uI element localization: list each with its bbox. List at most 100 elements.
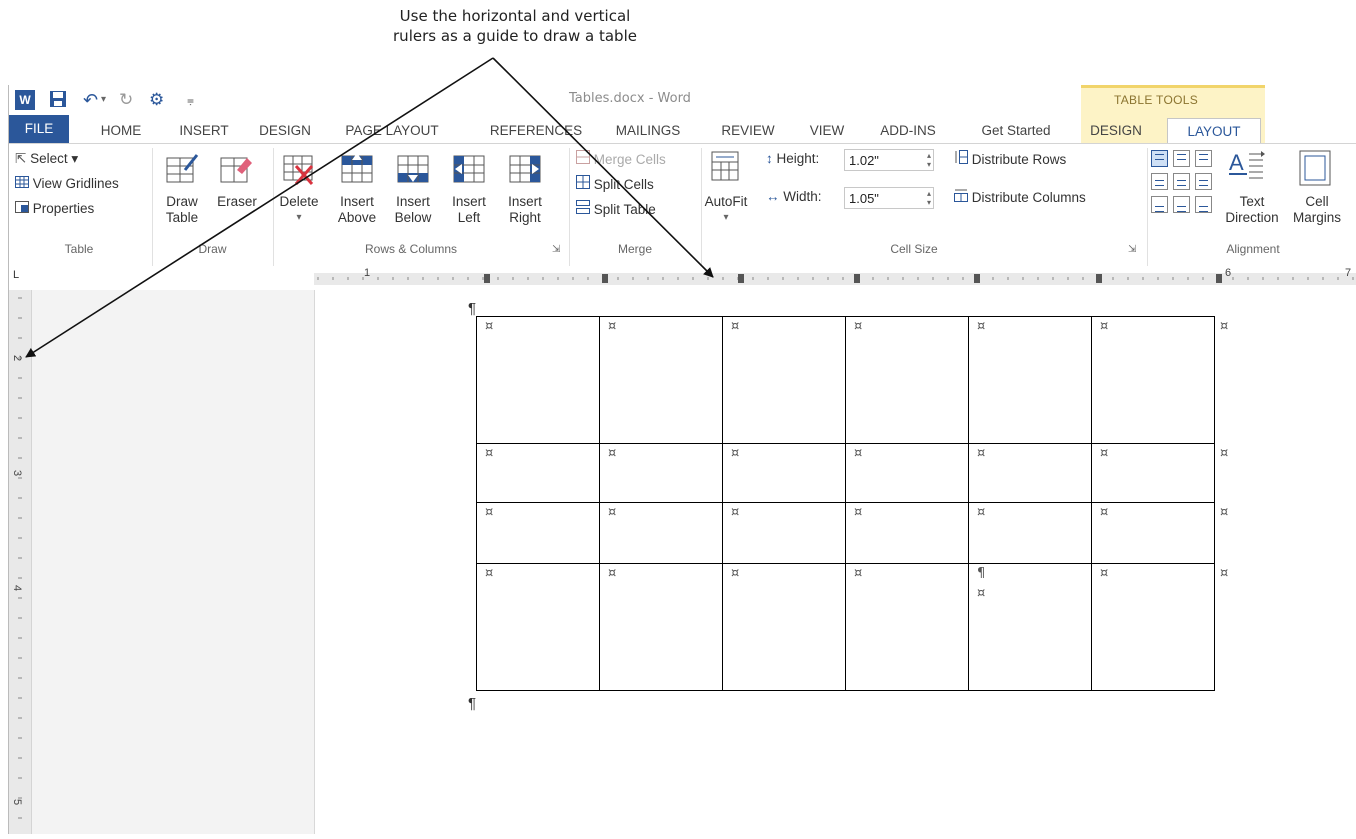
height-spinner[interactable]: 1.02" ▴ ▾ bbox=[844, 149, 934, 171]
align-cell-button[interactable] bbox=[1195, 150, 1212, 167]
insert-above-button[interactable]: Insert Above bbox=[336, 194, 378, 226]
cell-margins-button[interactable]: Cell Margins bbox=[1289, 194, 1345, 226]
align-cell-button[interactable] bbox=[1151, 173, 1168, 190]
table-cell[interactable]: ¤ bbox=[722, 443, 846, 503]
save-icon[interactable] bbox=[49, 90, 67, 110]
end-of-cell-mark: ¤ bbox=[485, 446, 494, 461]
properties-button[interactable]: Properties bbox=[15, 200, 94, 218]
align-cell-button[interactable] bbox=[1195, 196, 1212, 213]
tab-design[interactable]: DESIGN bbox=[253, 118, 317, 143]
tab-selector-icon[interactable]: L bbox=[13, 270, 23, 281]
delete-table-icon bbox=[282, 152, 316, 186]
table-cell[interactable]: ¤ bbox=[968, 443, 1092, 503]
table-cell[interactable]: ¤ bbox=[722, 316, 846, 444]
align-lines-icon bbox=[1177, 154, 1186, 160]
align-cell-button[interactable] bbox=[1173, 173, 1190, 190]
tab-add-ins[interactable]: ADD-INS bbox=[871, 118, 945, 143]
customize-qat-icon[interactable]: ⩦ bbox=[187, 90, 194, 110]
align-cell-button[interactable] bbox=[1151, 196, 1168, 213]
ribbon-tabs: FILE HOME INSERT DESIGN PAGE LAYOUT REFE… bbox=[9, 115, 1356, 144]
insert-right-button[interactable]: Insert Right bbox=[504, 194, 546, 226]
tab-view[interactable]: VIEW bbox=[805, 118, 849, 143]
vertical-ruler[interactable]: 2 3 4 5 bbox=[9, 290, 32, 834]
split-cells-button[interactable]: Split Cells bbox=[576, 175, 654, 194]
horizontal-ruler[interactable]: L 1 6 7 bbox=[9, 266, 1356, 290]
align-cell-button[interactable] bbox=[1195, 173, 1212, 190]
undo-icon[interactable]: ↶ bbox=[83, 90, 98, 110]
width-spinner[interactable]: 1.05" ▴ ▾ bbox=[844, 187, 934, 209]
rows-columns-dialog-launcher-icon[interactable]: ⇲ bbox=[552, 244, 560, 255]
table-cell[interactable]: ¤ bbox=[968, 502, 1092, 564]
table-cell[interactable]: ¤ bbox=[722, 563, 846, 691]
width-label: ↔ Width: bbox=[766, 189, 822, 204]
height-spin-arrows-icon[interactable]: ▴ ▾ bbox=[927, 151, 931, 169]
view-gridlines-button[interactable]: View Gridlines bbox=[15, 175, 119, 193]
table-cell[interactable]: ¶ ¤ bbox=[968, 563, 1092, 691]
insert-below-button[interactable]: Insert Below bbox=[392, 194, 434, 226]
tab-table-layout[interactable]: LAYOUT bbox=[1167, 118, 1261, 144]
table-cell[interactable]: ¤ bbox=[476, 502, 600, 564]
text-direction-button[interactable]: Text Direction bbox=[1225, 194, 1279, 226]
table-cell[interactable]: ¤ ¤ bbox=[1091, 563, 1228, 691]
distribute-columns-button[interactable]: Distribute Columns bbox=[954, 188, 1086, 207]
eraser-button[interactable]: Eraser bbox=[215, 194, 259, 210]
tab-review[interactable]: REVIEW bbox=[715, 118, 781, 143]
align-cell-button[interactable] bbox=[1173, 150, 1190, 167]
end-of-cell-mark: ¤ bbox=[731, 566, 740, 581]
tab-insert[interactable]: INSERT bbox=[169, 118, 239, 143]
row-height-icon: ↕ bbox=[766, 151, 773, 166]
table-cell[interactable]: ¤ bbox=[476, 316, 600, 444]
split-table-button[interactable]: Split Table bbox=[576, 200, 656, 219]
draw-table-button[interactable]: Draw Table bbox=[163, 194, 201, 226]
tab-page-layout[interactable]: PAGE LAYOUT bbox=[337, 118, 447, 143]
end-of-cell-mark: ¤ bbox=[854, 319, 863, 334]
table-cell[interactable]: ¤ bbox=[599, 502, 723, 564]
table-cell[interactable]: ¤ bbox=[599, 316, 723, 444]
document-area[interactable]: ¶ ¤ ¤ ¤ ¤ ¤ ¤ ¤ ¤ ¤ ¤ ¤ ¤ ¤ ¤ ¤ ¤ ¤ ¤ ¤ ¤ ¤ ¤ ¤ ¤ ¤ ¶ ¤ ¤ ¤ ¶ bbox=[32, 290, 1356, 834]
end-of-cell-mark: ¤ bbox=[977, 586, 986, 601]
table-cell[interactable]: ¤ bbox=[722, 502, 846, 564]
tab-references[interactable]: REFERENCES bbox=[485, 118, 587, 143]
width-spin-arrows-icon[interactable]: ▴ ▾ bbox=[927, 189, 931, 207]
tab-mailings[interactable]: MAILINGS bbox=[607, 118, 689, 143]
table-cell[interactable]: ¤ bbox=[845, 316, 969, 444]
table-cell[interactable]: ¤ bbox=[845, 502, 969, 564]
cell-paragraph-mark: ¶ bbox=[977, 566, 986, 581]
table-cell[interactable]: ¤ ¤ bbox=[1091, 316, 1228, 444]
insert-left-button[interactable]: Insert Left bbox=[448, 194, 490, 226]
split-cells-icon bbox=[576, 175, 590, 192]
table-cell[interactable]: ¤ bbox=[845, 443, 969, 503]
table-cell[interactable]: ¤ ¤ bbox=[1091, 443, 1228, 503]
table-cell[interactable]: ¤ ¤ bbox=[1091, 502, 1228, 564]
table-cell[interactable]: ¤ bbox=[599, 563, 723, 691]
end-of-row-mark: ¤ bbox=[1220, 566, 1229, 581]
table-cell[interactable]: ¤ bbox=[968, 316, 1092, 444]
distribute-rows-button[interactable]: Distribute Rows bbox=[954, 150, 1066, 169]
align-cell-button[interactable] bbox=[1151, 150, 1168, 167]
end-of-cell-mark: ¤ bbox=[854, 446, 863, 461]
table-cell[interactable]: ¤ bbox=[599, 443, 723, 503]
table-cell[interactable]: ¤ bbox=[476, 443, 600, 503]
tab-file[interactable]: FILE bbox=[9, 115, 69, 143]
align-cell-button[interactable] bbox=[1173, 196, 1190, 213]
ruler-tick-marks bbox=[317, 274, 1354, 283]
paragraph-mark-bottom: ¶ bbox=[468, 695, 477, 712]
end-of-cell-mark: ¤ bbox=[977, 446, 986, 461]
redo-icon[interactable]: ↻ bbox=[119, 90, 133, 110]
cell-size-dialog-launcher-icon[interactable]: ⇲ bbox=[1128, 244, 1136, 255]
document-table[interactable]: ¤ ¤ ¤ ¤ ¤ ¤ ¤ ¤ ¤ ¤ ¤ ¤ ¤ ¤ ¤ ¤ ¤ ¤ ¤ ¤ ¤ ¤ ¤ ¤ ¤ ¶ ¤ ¤ ¤ bbox=[476, 316, 1228, 691]
tab-home[interactable]: HOME bbox=[89, 118, 153, 143]
insert-right-icon bbox=[508, 152, 542, 186]
group-merge: Merge Cells Split Cells Split Table Merg… bbox=[572, 144, 698, 266]
tab-table-design[interactable]: DESIGN bbox=[1083, 118, 1149, 143]
merge-cells-button[interactable]: Merge Cells bbox=[576, 150, 666, 169]
autofit-button[interactable]: AutoFit ▾ bbox=[704, 194, 748, 226]
touch-mode-icon[interactable]: ⚙ bbox=[149, 90, 164, 110]
undo-dropdown-icon[interactable]: ▾ bbox=[101, 90, 106, 110]
tab-get-started[interactable]: Get Started bbox=[969, 118, 1063, 143]
select-button[interactable]: ⇱ Select ▾ bbox=[15, 150, 78, 168]
table-cell[interactable]: ¤ bbox=[476, 563, 600, 691]
delete-button[interactable]: Delete ▾ bbox=[278, 194, 320, 226]
table-cell[interactable]: ¤ bbox=[845, 563, 969, 691]
word-icon[interactable]: W bbox=[15, 90, 35, 110]
